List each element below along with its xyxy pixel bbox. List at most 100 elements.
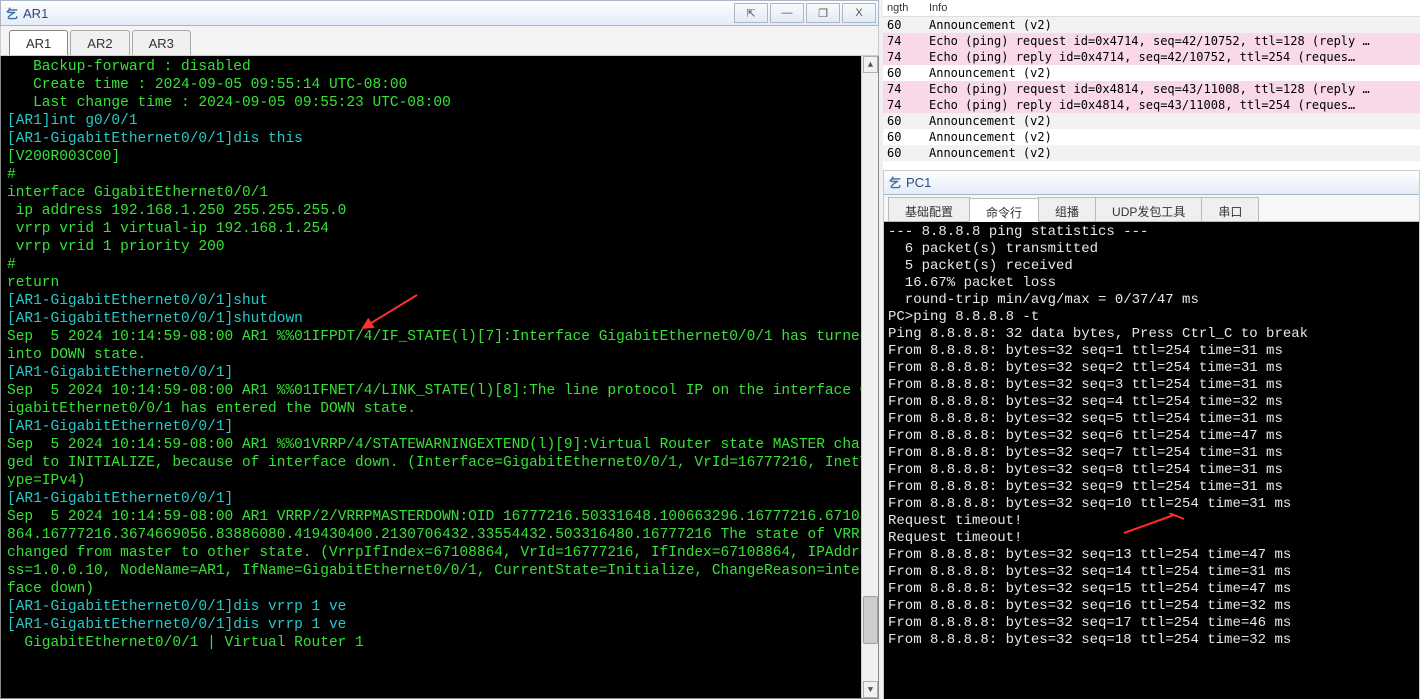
pc-icon: 乞 <box>889 174 901 191</box>
ar1-window: 乞 AR1 ⇱ — ❐ X AR1 AR2 AR3 Backup-forward… <box>0 0 879 699</box>
tab-basic-config[interactable]: 基础配置 <box>888 197 970 221</box>
terminal-line: return <box>7 274 872 292</box>
pc-terminal-line: Request timeout! <box>888 513 1415 530</box>
tab-ar2[interactable]: AR2 <box>70 30 129 55</box>
pc-terminal-line: 5 packet(s) received <box>888 258 1415 275</box>
undock-button[interactable]: ⇱ <box>734 3 768 23</box>
pc-terminal-line: From 8.8.8.8: bytes=32 seq=9 ttl=254 tim… <box>888 479 1415 496</box>
packet-row[interactable]: 60Announcement (v2) <box>883 129 1420 145</box>
terminal-line: vrrp vrid 1 priority 200 <box>7 238 872 256</box>
col-length[interactable]: ngth <box>887 2 929 14</box>
terminal-scrollbar[interactable]: ▲ ▼ <box>861 56 878 698</box>
packet-list[interactable]: ngth Info 60Announcement (v2)74Echo (pin… <box>883 0 1420 170</box>
terminal-line: [AR1-GigabitEthernet0/0/1]shut <box>7 292 872 310</box>
pc-terminal-line: From 8.8.8.8: bytes=32 seq=14 ttl=254 ti… <box>888 564 1415 581</box>
packet-row[interactable]: 74Echo (ping) request id=0x4714, seq=42/… <box>883 33 1420 49</box>
terminal-line: # <box>7 256 872 274</box>
packet-body: 60Announcement (v2)74Echo (ping) request… <box>883 17 1420 161</box>
terminal-line: Sep 5 2024 10:14:59-08:00 AR1 %%01IFPDT/… <box>7 328 872 364</box>
pkt-length: 74 <box>887 50 929 64</box>
ar-tabbar: AR1 AR2 AR3 <box>0 26 879 56</box>
tab-ar1[interactable]: AR1 <box>9 30 68 55</box>
pkt-info: Announcement (v2) <box>929 114 1416 128</box>
pc-terminal-line: From 8.8.8.8: bytes=32 seq=10 ttl=254 ti… <box>888 496 1415 513</box>
pkt-length: 74 <box>887 98 929 112</box>
pkt-info: Announcement (v2) <box>929 130 1416 144</box>
terminal-line: [AR1]int g0/0/1 <box>7 112 872 130</box>
pc-terminal-line: From 8.8.8.8: bytes=32 seq=3 ttl=254 tim… <box>888 377 1415 394</box>
pkt-length: 74 <box>887 82 929 96</box>
pkt-length: 60 <box>887 114 929 128</box>
scroll-up-icon[interactable]: ▲ <box>863 56 878 73</box>
pc-terminal-line: From 8.8.8.8: bytes=32 seq=1 ttl=254 tim… <box>888 343 1415 360</box>
maximize-button[interactable]: ❐ <box>806 3 840 23</box>
pkt-info: Echo (ping) request id=0x4714, seq=42/10… <box>929 34 1416 48</box>
router-icon: 乞 <box>6 5 18 22</box>
terminal-line: [V200R003C00] <box>7 148 872 166</box>
pc-terminal-line: From 8.8.8.8: bytes=32 seq=2 ttl=254 tim… <box>888 360 1415 377</box>
pc-terminal-line: From 8.8.8.8: bytes=32 seq=4 ttl=254 tim… <box>888 394 1415 411</box>
tab-udp-tool[interactable]: UDP发包工具 <box>1095 197 1202 221</box>
pc1-terminal[interactable]: --- 8.8.8.8 ping statistics --- 6 packet… <box>884 222 1419 699</box>
terminal-line: [AR1-GigabitEthernet0/0/1] <box>7 364 872 382</box>
scroll-thumb[interactable] <box>863 596 878 644</box>
minimize-button[interactable]: — <box>770 3 804 23</box>
terminal-line: # <box>7 166 872 184</box>
terminal-line: Create time : 2024-09-05 09:55:14 UTC-08… <box>7 76 872 94</box>
packet-row[interactable]: 60Announcement (v2) <box>883 113 1420 129</box>
terminal-line: interface GigabitEthernet0/0/1 <box>7 184 872 202</box>
pc-terminal-line: --- 8.8.8.8 ping statistics --- <box>888 224 1415 241</box>
tab-serial[interactable]: 串口 <box>1201 197 1259 221</box>
pkt-length: 60 <box>887 146 929 160</box>
terminal-line: [AR1-GigabitEthernet0/0/1]dis this <box>7 130 872 148</box>
titlebar-buttons: ⇱ — ❐ X <box>734 3 876 23</box>
pkt-info: Echo (ping) reply id=0x4714, seq=42/1075… <box>929 50 1416 64</box>
pc-terminal-line: From 8.8.8.8: bytes=32 seq=8 ttl=254 tim… <box>888 462 1415 479</box>
terminal-line: Last change time : 2024-09-05 09:55:23 U… <box>7 94 872 112</box>
pc-terminal-line: 16.67% packet loss <box>888 275 1415 292</box>
pkt-length: 60 <box>887 18 929 32</box>
tab-multicast[interactable]: 组播 <box>1038 197 1096 221</box>
pc-terminal-line: From 8.8.8.8: bytes=32 seq=16 ttl=254 ti… <box>888 598 1415 615</box>
terminal-line: [AR1-GigabitEthernet0/0/1] <box>7 490 872 508</box>
packet-row[interactable]: 60Announcement (v2) <box>883 17 1420 33</box>
packet-row[interactable]: 60Announcement (v2) <box>883 145 1420 161</box>
packet-header-row: ngth Info <box>883 0 1420 17</box>
pc-terminal-line: From 8.8.8.8: bytes=32 seq=15 ttl=254 ti… <box>888 581 1415 598</box>
tab-ar3[interactable]: AR3 <box>132 30 191 55</box>
terminal-line: Sep 5 2024 10:14:59-08:00 AR1 VRRP/2/VRR… <box>7 508 872 598</box>
pc-terminal-line: From 8.8.8.8: bytes=32 seq=5 ttl=254 tim… <box>888 411 1415 428</box>
terminal-line: GigabitEthernet0/0/1 | Virtual Router 1 <box>7 634 872 652</box>
terminal-line: Backup-forward : disabled <box>7 58 872 76</box>
packet-row[interactable]: 74Echo (ping) reply id=0x4814, seq=43/11… <box>883 97 1420 113</box>
pkt-info: Announcement (v2) <box>929 66 1416 80</box>
ar1-terminal[interactable]: Backup-forward : disabled Create time : … <box>0 56 879 699</box>
pc-terminal-line: From 8.8.8.8: bytes=32 seq=18 ttl=254 ti… <box>888 632 1415 649</box>
col-info[interactable]: Info <box>929 2 1416 14</box>
pc-terminal-line: From 8.8.8.8: bytes=32 seq=13 ttl=254 ti… <box>888 547 1415 564</box>
pc1-titlebar[interactable]: 乞 PC1 <box>884 171 1419 195</box>
tab-cli[interactable]: 命令行 <box>969 198 1039 222</box>
scroll-down-icon[interactable]: ▼ <box>863 681 878 698</box>
pc-terminal-line: From 8.8.8.8: bytes=32 seq=17 ttl=254 ti… <box>888 615 1415 632</box>
pkt-info: Echo (ping) request id=0x4814, seq=43/11… <box>929 82 1416 96</box>
pc-terminal-line: Ping 8.8.8.8: 32 data bytes, Press Ctrl_… <box>888 326 1415 343</box>
pkt-info: Echo (ping) reply id=0x4814, seq=43/1100… <box>929 98 1416 112</box>
pkt-length: 60 <box>887 66 929 80</box>
pc-terminal-line: From 8.8.8.8: bytes=32 seq=6 ttl=254 tim… <box>888 428 1415 445</box>
ar1-title: AR1 <box>23 6 48 21</box>
packet-row[interactable]: 60Announcement (v2) <box>883 65 1420 81</box>
terminal-line: ip address 192.168.1.250 255.255.255.0 <box>7 202 872 220</box>
terminal-line: [AR1-GigabitEthernet0/0/1]dis vrrp 1 ve <box>7 598 872 616</box>
pkt-length: 74 <box>887 34 929 48</box>
pc-terminal-line: PC>ping 8.8.8.8 -t <box>888 309 1415 326</box>
terminal-line: vrrp vrid 1 virtual-ip 192.168.1.254 <box>7 220 872 238</box>
close-button[interactable]: X <box>842 3 876 23</box>
ar1-titlebar[interactable]: 乞 AR1 ⇱ — ❐ X <box>0 0 879 26</box>
packet-row[interactable]: 74Echo (ping) request id=0x4814, seq=43/… <box>883 81 1420 97</box>
terminal-line: [AR1-GigabitEthernet0/0/1]dis vrrp 1 ve <box>7 616 872 634</box>
pc-terminal-line: round-trip min/avg/max = 0/37/47 ms <box>888 292 1415 309</box>
pc1-title: PC1 <box>906 175 931 190</box>
terminal-line: Sep 5 2024 10:14:59-08:00 AR1 %%01VRRP/4… <box>7 436 872 490</box>
packet-row[interactable]: 74Echo (ping) reply id=0x4714, seq=42/10… <box>883 49 1420 65</box>
